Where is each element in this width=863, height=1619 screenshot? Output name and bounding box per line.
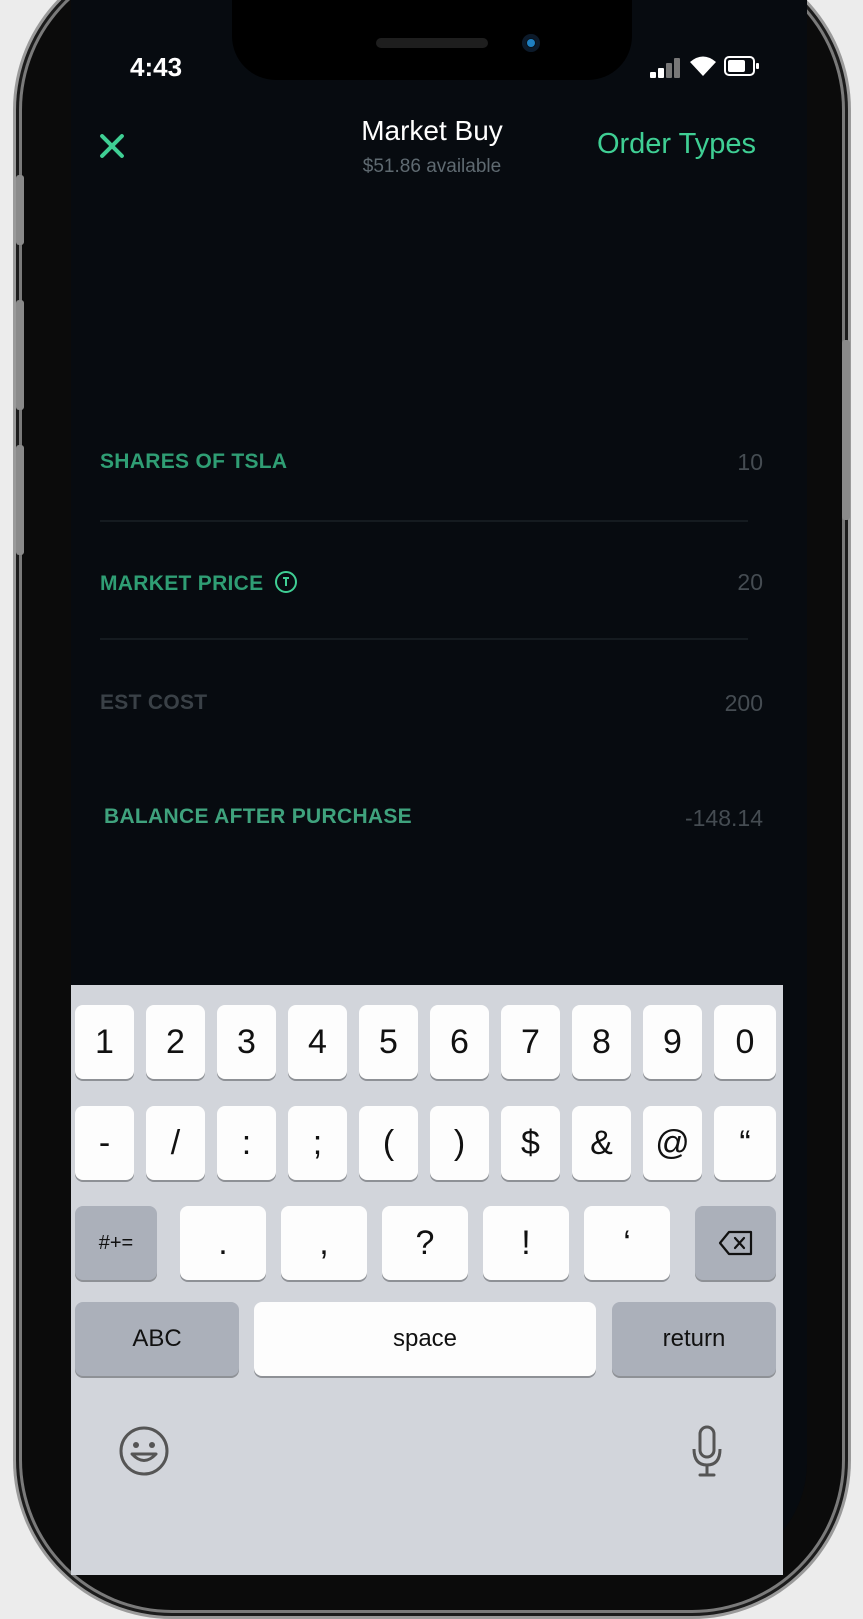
key-question[interactable]: ? bbox=[382, 1206, 468, 1280]
key-slash[interactable]: / bbox=[146, 1106, 205, 1180]
speaker bbox=[376, 38, 488, 48]
key-apostrophe[interactable]: ‘ bbox=[584, 1206, 670, 1280]
volume-up-button bbox=[16, 300, 24, 410]
status-time: 4:43 bbox=[130, 52, 183, 82]
key-colon[interactable]: : bbox=[217, 1106, 276, 1180]
market-price-value: 20 bbox=[737, 569, 763, 595]
divider bbox=[100, 638, 748, 640]
key-semicolon[interactable]: ; bbox=[288, 1106, 347, 1180]
front-camera bbox=[522, 34, 540, 52]
key-quote[interactable]: “ bbox=[714, 1106, 776, 1180]
key-close-paren[interactable]: ) bbox=[430, 1106, 489, 1180]
available-balance: $51.86 available bbox=[362, 156, 502, 177]
info-icon[interactable] bbox=[275, 571, 298, 593]
key-dollar[interactable]: $ bbox=[501, 1106, 560, 1180]
emoji-icon[interactable] bbox=[118, 1425, 170, 1477]
key-hyphen[interactable]: - bbox=[75, 1106, 134, 1180]
page-title: Market Buy bbox=[361, 115, 503, 146]
return-key[interactable]: return bbox=[612, 1302, 776, 1376]
est-cost-value: 200 bbox=[724, 690, 763, 716]
key-1[interactable]: 1 bbox=[75, 1005, 134, 1079]
order-types-button[interactable]: Order Types bbox=[572, 128, 756, 161]
shares-label: SHARES OF TSLA bbox=[100, 450, 288, 473]
key-at[interactable]: @ bbox=[643, 1106, 702, 1180]
key-comma[interactable]: , bbox=[281, 1206, 367, 1280]
delete-key[interactable] bbox=[695, 1206, 776, 1280]
key-ampersand[interactable]: & bbox=[572, 1106, 631, 1180]
market-price-label: MARKET PRICE bbox=[100, 571, 298, 596]
key-7[interactable]: 7 bbox=[501, 1005, 560, 1079]
key-open-paren[interactable]: ( bbox=[359, 1106, 418, 1180]
key-period[interactable]: . bbox=[180, 1206, 266, 1280]
abc-key[interactable]: ABC bbox=[75, 1302, 239, 1376]
key-2[interactable]: 2 bbox=[146, 1005, 205, 1079]
est-cost-label: EST COST bbox=[100, 691, 208, 714]
volume-down-button bbox=[16, 445, 24, 555]
key-3[interactable]: 3 bbox=[217, 1005, 276, 1079]
key-0[interactable]: 0 bbox=[714, 1005, 776, 1079]
balance-after-purchase-label: BALANCE AFTER PURCHASE bbox=[104, 805, 412, 828]
key-9[interactable]: 9 bbox=[643, 1005, 702, 1079]
space-key[interactable]: space bbox=[254, 1302, 596, 1376]
symbols-key[interactable]: #+= bbox=[75, 1206, 157, 1280]
battery-icon bbox=[724, 56, 759, 76]
key-4[interactable]: 4 bbox=[288, 1005, 347, 1079]
key-6[interactable]: 6 bbox=[430, 1005, 489, 1079]
microphone-icon[interactable] bbox=[690, 1425, 724, 1479]
backspace-icon bbox=[718, 1230, 752, 1256]
market-price-label-text: MARKET PRICE bbox=[100, 572, 264, 595]
key-8[interactable]: 8 bbox=[572, 1005, 631, 1079]
balance-after-purchase-value: -148.14 bbox=[684, 805, 763, 831]
status-icons bbox=[650, 54, 760, 78]
close-icon[interactable] bbox=[96, 130, 128, 162]
wifi-icon bbox=[690, 56, 716, 76]
key-5[interactable]: 5 bbox=[359, 1005, 418, 1079]
power-button bbox=[842, 340, 850, 520]
shares-input[interactable]: 10 bbox=[737, 449, 763, 476]
divider bbox=[100, 520, 748, 522]
mute-switch bbox=[16, 175, 24, 245]
key-exclamation[interactable]: ! bbox=[483, 1206, 569, 1280]
